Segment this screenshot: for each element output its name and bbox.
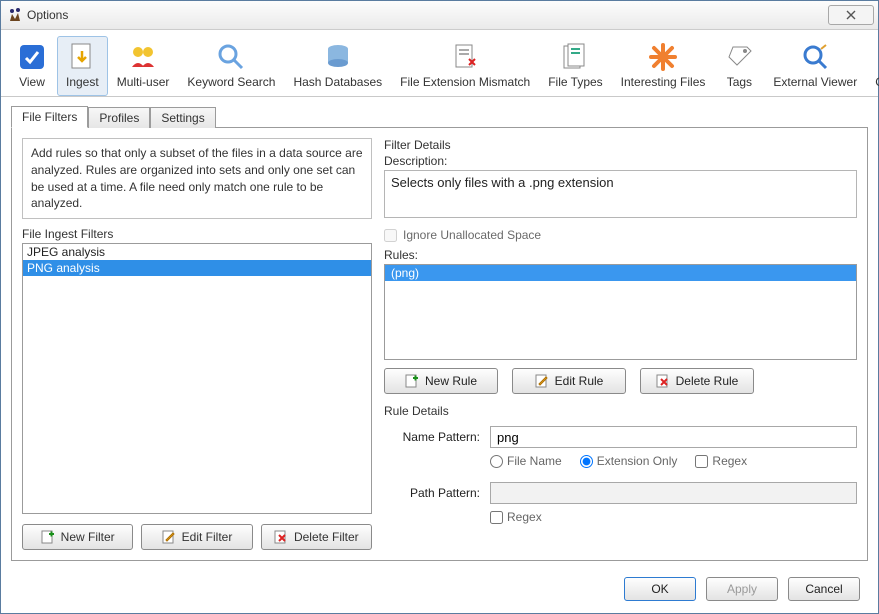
description-box: Selects only files with a .png extension [384, 170, 857, 218]
toolbar-tags[interactable]: Tags [714, 36, 764, 96]
new-rule-icon [405, 374, 419, 388]
edit-rule-button[interactable]: Edit Rule [512, 368, 626, 394]
tab-settings[interactable]: Settings [150, 107, 215, 128]
toolbar-viewer[interactable]: External Viewer [764, 36, 866, 96]
titlebar: Options [1, 1, 878, 30]
regex-name-checkbox-label[interactable]: Regex [695, 454, 747, 468]
new-rule-button[interactable]: New Rule [384, 368, 498, 394]
options-window: Options ViewIngestMulti-userKeyword Sear… [0, 0, 879, 614]
types-icon [559, 41, 591, 73]
apply-button[interactable]: Apply [706, 577, 778, 601]
delete-rule-button[interactable]: Delete Rule [640, 368, 754, 394]
toolbar-interesting[interactable]: Interesting Files [612, 36, 715, 96]
close-button[interactable] [828, 5, 874, 25]
regex-name-checkbox[interactable] [695, 455, 708, 468]
dialog-buttons: OK Apply Cancel [1, 569, 878, 613]
toolbar-multiuser[interactable]: Multi-user [108, 36, 179, 96]
delete-filter-button[interactable]: Delete Filter [261, 524, 372, 550]
regex-path-checkbox-label[interactable]: Regex [490, 510, 542, 524]
description-label: Description: [384, 154, 857, 168]
name-pattern-label: Name Pattern: [384, 430, 490, 444]
app-icon [7, 7, 23, 23]
name-pattern-input[interactable] [490, 426, 857, 448]
toolbar-types[interactable]: File Types [539, 36, 611, 96]
extension-only-radio-label[interactable]: Extension Only [580, 454, 678, 468]
interesting-icon [647, 41, 679, 73]
filter-item[interactable]: JPEG analysis [23, 244, 371, 260]
edit-rule-icon [535, 374, 549, 388]
multiuser-icon [127, 41, 159, 73]
ingest-icon [66, 41, 98, 73]
rules-label: Rules: [384, 248, 857, 262]
delete-rule-icon [656, 374, 670, 388]
rule-item[interactable]: (png) [385, 265, 856, 281]
rule-details-label: Rule Details [384, 404, 857, 418]
edit-filter-icon [162, 530, 176, 544]
file-ingest-filters-label: File Ingest Filters [22, 227, 372, 241]
right-column: Filter Details Description: Selects only… [384, 138, 857, 550]
view-icon [16, 41, 48, 73]
filters-list[interactable]: JPEG analysisPNG analysis [22, 243, 372, 514]
path-pattern-input[interactable] [490, 482, 857, 504]
keyword-icon [215, 41, 247, 73]
cancel-button[interactable]: Cancel [788, 577, 860, 601]
new-filter-icon [41, 530, 55, 544]
ext-icon [449, 41, 481, 73]
tab-profiles[interactable]: Profiles [88, 107, 150, 128]
main-panel: Add rules so that only a subset of the f… [11, 127, 868, 561]
toolbar-ingest[interactable]: Ingest [57, 36, 108, 96]
file-name-radio[interactable] [490, 455, 503, 468]
toolbar-hash[interactable]: Hash Databases [284, 36, 391, 96]
tab-file-filters[interactable]: File Filters [11, 106, 88, 128]
ignore-unallocated-checkbox[interactable] [384, 229, 397, 242]
delete-filter-icon [274, 530, 288, 544]
hint-text: Add rules so that only a subset of the f… [22, 138, 372, 219]
toolbar-view[interactable]: View [7, 36, 57, 96]
tags-icon [723, 41, 755, 73]
file-name-radio-label[interactable]: File Name [490, 454, 562, 468]
edit-filter-button[interactable]: Edit Filter [141, 524, 252, 550]
filter-item[interactable]: PNG analysis [23, 260, 371, 276]
ignore-unallocated-label: Ignore Unallocated Space [403, 228, 541, 242]
toolbar-keyword[interactable]: Keyword Search [178, 36, 284, 96]
filter-details-label: Filter Details [384, 138, 857, 152]
new-filter-button[interactable]: New Filter [22, 524, 133, 550]
left-column: Add rules so that only a subset of the f… [22, 138, 372, 550]
window-title: Options [27, 8, 828, 22]
toolbar: ViewIngestMulti-userKeyword SearchHash D… [1, 30, 878, 97]
toolbar-ext[interactable]: File Extension Mismatch [391, 36, 539, 96]
tabs: File Filters Profiles Settings [1, 97, 878, 127]
rule-details: Name Pattern: File Name Extension Only R… [384, 420, 857, 524]
viewer-icon [799, 41, 831, 73]
rules-list[interactable]: (png) [384, 264, 857, 360]
ok-button[interactable]: OK [624, 577, 696, 601]
toolbar-general[interactable]: General [866, 36, 879, 96]
extension-only-radio[interactable] [580, 455, 593, 468]
regex-path-checkbox[interactable] [490, 511, 503, 524]
path-pattern-label: Path Pattern: [384, 486, 490, 500]
hash-icon [322, 41, 354, 73]
